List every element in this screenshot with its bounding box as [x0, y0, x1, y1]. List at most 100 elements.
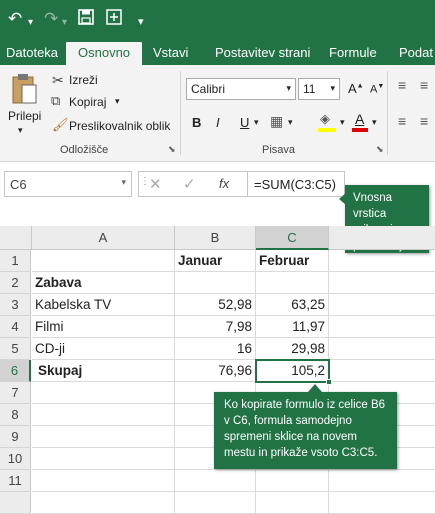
font-size-combo[interactable]: 11 ▾: [298, 78, 340, 100]
copy-icon: ⧉: [51, 93, 61, 108]
cell-a4[interactable]: Filmi: [32, 316, 175, 338]
grow-font-icon[interactable]: A▲: [348, 81, 364, 96]
cell-c12[interactable]: [256, 492, 329, 514]
cell-a8[interactable]: [32, 404, 175, 426]
row-header-10[interactable]: 10: [0, 448, 31, 470]
borders-icon[interactable]: ▦: [270, 113, 283, 130]
column-header-b[interactable]: B: [175, 226, 256, 250]
cell-b4[interactable]: 7,98: [175, 316, 256, 338]
cut-icon: ✂: [52, 72, 64, 88]
cell-a12[interactable]: [32, 492, 175, 514]
cell-d5[interactable]: [329, 338, 435, 360]
row-header-2[interactable]: 2: [0, 272, 31, 294]
row-header-9[interactable]: 9: [0, 426, 31, 448]
cell-a10[interactable]: [32, 448, 175, 470]
save-icon[interactable]: [78, 9, 94, 30]
cell-b5[interactable]: 16: [175, 338, 256, 360]
enter-icon[interactable]: ✓: [183, 175, 196, 193]
cell-b2[interactable]: [175, 272, 256, 294]
cell-d3[interactable]: [329, 294, 435, 316]
row-header-11[interactable]: 11: [0, 470, 31, 492]
cell-d2[interactable]: [329, 272, 435, 294]
column-header-c[interactable]: C: [256, 226, 329, 250]
align-left-icon[interactable]: ≡: [398, 113, 406, 129]
cell-b6[interactable]: 76,96: [175, 360, 256, 382]
row-header-8[interactable]: 8: [0, 404, 31, 426]
cell-b1[interactable]: Januar: [175, 250, 256, 272]
shrink-font-icon[interactable]: A▼: [370, 83, 384, 96]
borders-dropdown-icon[interactable]: ▾: [288, 117, 293, 128]
undo-dropdown-icon[interactable]: ▾: [28, 13, 33, 33]
cell-a7[interactable]: [32, 382, 175, 404]
column-header-d[interactable]: [329, 226, 435, 250]
row-header-4[interactable]: 4: [0, 316, 31, 338]
font-color-button[interactable]: A: [352, 111, 370, 133]
cell-d11[interactable]: [329, 470, 435, 492]
fill-color-button[interactable]: ◈: [318, 111, 338, 133]
underline-dropdown-icon[interactable]: ▾: [254, 117, 259, 128]
align-center-icon[interactable]: ≡: [420, 113, 428, 129]
underline-button[interactable]: U: [240, 115, 249, 130]
cell-a11[interactable]: [32, 470, 175, 492]
font-launcher-icon[interactable]: ⬊: [376, 144, 384, 155]
cell-c6[interactable]: 105,2: [256, 360, 329, 382]
row-header-6[interactable]: 6: [0, 360, 31, 382]
font-name-dropdown-icon: ▾: [286, 83, 291, 93]
cell-d6[interactable]: [329, 360, 435, 382]
row-header-3[interactable]: 3: [0, 294, 31, 316]
undo-icon[interactable]: ↶: [8, 9, 22, 29]
cell-b3[interactable]: 52,98: [175, 294, 256, 316]
tab-insert[interactable]: Vstavi: [153, 45, 188, 61]
cell-c1[interactable]: Februar: [256, 250, 329, 272]
cut-button[interactable]: Izreži: [69, 73, 98, 87]
redo-dropdown-icon[interactable]: ▾: [62, 13, 67, 33]
customize-qat-icon[interactable]: ▾: [138, 12, 144, 32]
cell-a9[interactable]: [32, 426, 175, 448]
tab-home[interactable]: Osnovno: [66, 42, 143, 65]
cell-a3[interactable]: Kabelska TV: [32, 294, 175, 316]
cell-c3[interactable]: 63,25: [256, 294, 329, 316]
paste-button[interactable]: Prilepi ▾: [4, 73, 44, 139]
tab-data[interactable]: Podat: [399, 45, 433, 61]
italic-button[interactable]: I: [216, 115, 220, 130]
select-all-corner[interactable]: [0, 226, 32, 250]
cell-a2[interactable]: Zabava: [32, 272, 175, 294]
row-header-5[interactable]: 5: [0, 338, 31, 360]
cell-c11[interactable]: [256, 470, 329, 492]
row-header-1[interactable]: 1: [0, 250, 31, 272]
copy-button[interactable]: Kopiraj: [69, 95, 106, 109]
cell-d1[interactable]: [329, 250, 435, 272]
cell-b12[interactable]: [175, 492, 256, 514]
copy-dropdown-icon[interactable]: ▾: [115, 96, 120, 107]
column-header-a[interactable]: A: [32, 226, 175, 250]
row-header-12[interactable]: [0, 492, 31, 514]
name-box[interactable]: C6 ▾: [4, 171, 132, 197]
redo-icon[interactable]: ↷: [44, 9, 58, 29]
fill-color-bar: [318, 128, 336, 132]
clipboard-launcher-icon[interactable]: ⬊: [168, 144, 176, 155]
cell-c2[interactable]: [256, 272, 329, 294]
cell-d4[interactable]: [329, 316, 435, 338]
cell-a5[interactable]: CD-ji: [32, 338, 175, 360]
cell-a6[interactable]: Skupaj: [32, 360, 175, 382]
cancel-icon[interactable]: ✕: [149, 175, 162, 193]
cell-c4[interactable]: 11,97: [256, 316, 329, 338]
align-middle-icon[interactable]: ≡: [420, 77, 428, 93]
font-color-dropdown-icon[interactable]: ▾: [372, 117, 377, 128]
cell-c5[interactable]: 29,98: [256, 338, 329, 360]
align-top-icon[interactable]: ≡: [398, 77, 406, 93]
touch-mode-icon[interactable]: [106, 9, 122, 30]
bold-button[interactable]: B: [192, 115, 201, 130]
fill-color-dropdown-icon[interactable]: ▾: [340, 117, 345, 128]
font-name-combo[interactable]: Calibri ▾: [186, 78, 296, 100]
format-painter-button[interactable]: Preslikovalnik oblik: [69, 119, 170, 133]
tab-page-layout[interactable]: Postavitev strani: [215, 45, 310, 61]
tab-file[interactable]: Datoteka: [6, 45, 58, 61]
formula-input[interactable]: =SUM(C3:C5): [247, 171, 345, 197]
cell-b11[interactable]: [175, 470, 256, 492]
cell-a1[interactable]: [32, 250, 175, 272]
row-header-7[interactable]: 7: [0, 382, 31, 404]
cell-d12[interactable]: [329, 492, 435, 514]
tab-formulas[interactable]: Formule: [329, 45, 377, 61]
insert-function-icon[interactable]: fx: [219, 176, 229, 191]
